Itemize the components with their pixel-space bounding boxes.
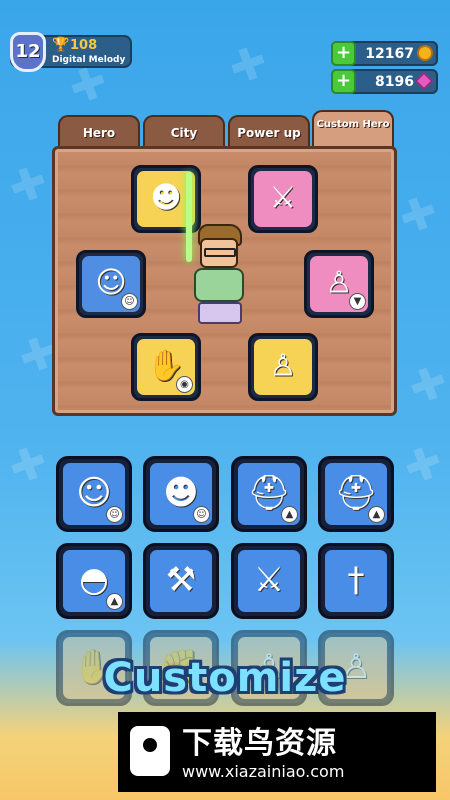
glasses-face-icon: ☻	[163, 472, 199, 513]
item-hardhat[interactable]: ⛑ ▲	[231, 456, 307, 532]
gem-counter: + 8196	[331, 69, 438, 94]
hat-icon: ▲	[368, 506, 385, 523]
emote-icon: ☺	[193, 506, 210, 523]
skin-color-slot[interactable]: ✋ ◉	[131, 333, 201, 401]
emote-icon: ☺	[121, 293, 138, 310]
battle-axe-icon: ⚔	[253, 559, 285, 600]
shirt-icon: ▼	[349, 293, 366, 310]
item-axe[interactable]: ⚒	[143, 543, 219, 619]
sword-icon: †	[347, 559, 365, 600]
gem-icon	[414, 71, 434, 91]
item-face-2[interactable]: ☻ ☺	[143, 456, 219, 532]
weapon-icon: ⚔	[269, 180, 297, 216]
add-gems-button[interactable]: +	[331, 69, 356, 94]
item-sword[interactable]: †	[318, 543, 394, 619]
watermark-url: www.xiazainiao.com	[182, 762, 345, 781]
item-battle-axe[interactable]: ⚔	[231, 543, 307, 619]
item-cap[interactable]: ⛑ ▲	[318, 456, 394, 532]
watermark-title: 下载鸟资源	[182, 726, 337, 761]
lightsaber-icon	[186, 172, 192, 262]
pants-icon: ♙	[269, 348, 297, 384]
hero-preview	[176, 172, 266, 332]
hat-icon: ▲	[106, 593, 123, 610]
customize-headline: Customize	[103, 655, 347, 701]
face-icon: ☺	[76, 472, 112, 513]
player-name: Digital Melody	[52, 55, 126, 65]
tab-power-up[interactable]: Power up	[228, 115, 310, 150]
emote-icon: ☺	[106, 506, 123, 523]
hat-icon: ▲	[281, 506, 298, 523]
trophy-icon: 🏆	[52, 37, 70, 53]
tab-city[interactable]: City	[143, 115, 225, 150]
coin-icon	[417, 45, 433, 61]
add-coins-button[interactable]: +	[331, 41, 356, 66]
pants-slot[interactable]: ♙	[248, 333, 318, 401]
coin-counter: + 12167	[331, 41, 438, 66]
bird-logo-icon	[130, 726, 170, 776]
item-face-1[interactable]: ☺ ☺	[56, 456, 132, 532]
trophy-count: 108	[70, 38, 98, 53]
tab-hero[interactable]: Hero	[58, 115, 140, 150]
gem-amount: 8196	[375, 74, 414, 90]
player-level-badge: 12	[10, 32, 46, 72]
face-slot[interactable]: ☺ ☺	[76, 250, 146, 318]
axe-icon: ⚒	[165, 559, 197, 600]
hair-icon: ☻	[150, 180, 182, 216]
site-watermark: 下载鸟资源 www.xiazainiao.com	[118, 712, 436, 792]
coin-amount: 12167	[365, 46, 414, 62]
item-red-hat[interactable]: ◓ ▲	[56, 543, 132, 619]
outfit-slot[interactable]: ♙ ▼	[304, 250, 374, 318]
red-hat-icon: ◓	[79, 559, 109, 600]
palette-icon: ◉	[176, 376, 193, 393]
outfit-icon: ♙	[325, 265, 353, 301]
